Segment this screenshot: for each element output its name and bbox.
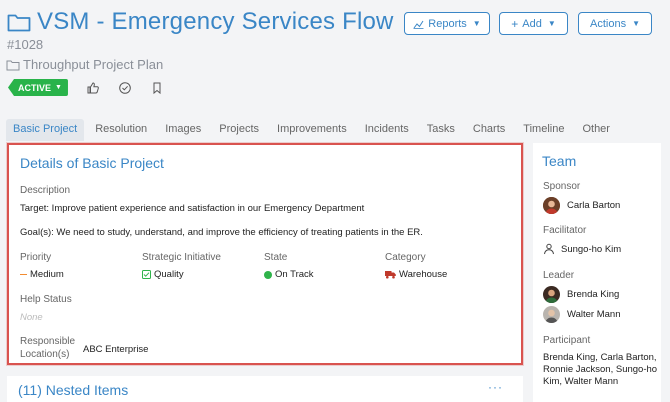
tab-charts[interactable]: Charts [466, 119, 512, 141]
participant-label: Participant [543, 335, 591, 346]
add-label: Add [522, 17, 542, 30]
tab-improvements[interactable]: Improvements [270, 119, 354, 141]
actions-button[interactable]: Actions ▼ [578, 12, 652, 35]
priority-value: Medium [20, 269, 64, 280]
nested-items-panel: (11) Nested Items ··· [7, 376, 523, 402]
description-goal: Goal(s): We need to study, understand, a… [20, 227, 423, 238]
folder-icon [7, 12, 31, 32]
thumbs-up-icon[interactable] [86, 81, 100, 95]
state-text: On Track [275, 269, 314, 280]
details-panel: Details of Basic Project Description Tar… [7, 143, 523, 365]
folder-outline-icon [6, 60, 20, 70]
priority-label: Priority [20, 252, 52, 263]
leader-name: Brenda King [567, 289, 620, 300]
tab-resolution[interactable]: Resolution [88, 119, 154, 141]
plus-icon: + [511, 16, 519, 31]
state-value: On Track [264, 269, 314, 280]
participant-list: Brenda King, Carla Barton, Ronnie Jackso… [543, 352, 658, 387]
tab-projects[interactable]: Projects [212, 119, 266, 141]
leader-person-2[interactable]: Walter Mann [543, 306, 621, 323]
green-dot-icon [264, 270, 272, 279]
location-label-line2: Location(s) [20, 349, 70, 360]
avatar [543, 197, 560, 214]
tab-timeline[interactable]: Timeline [516, 119, 571, 141]
tab-bar: Basic Project Resolution Images Projects… [6, 119, 621, 141]
sponsor-person[interactable]: Carla Barton [543, 197, 620, 214]
caret-down-icon: ▼ [55, 84, 62, 91]
sponsor-label: Sponsor [543, 181, 581, 192]
description-target: Target: Improve patient experience and s… [20, 203, 365, 214]
category-value: Warehouse [385, 269, 447, 280]
user-icon [544, 243, 554, 255]
help-status-label: Help Status [20, 294, 72, 305]
state-label: State [264, 252, 288, 263]
location-value: ABC Enterprise [83, 344, 149, 355]
page-title: VSM - Emergency Services Flow [37, 8, 394, 35]
leader-label: Leader [543, 270, 575, 281]
tab-images[interactable]: Images [158, 119, 208, 141]
avatar [543, 306, 560, 323]
facilitator-name: Sungo-ho Kim [561, 243, 622, 255]
initiative-label: Strategic Initiative [142, 252, 221, 263]
leader-person-1[interactable]: Brenda King [543, 286, 619, 303]
tab-basic-project[interactable]: Basic Project [6, 119, 85, 141]
truck-icon [385, 271, 396, 279]
tab-other[interactable]: Other [575, 119, 617, 141]
record-id: #1028 [7, 37, 44, 52]
caret-down-icon: ▼ [632, 19, 640, 28]
tab-incidents[interactable]: Incidents [358, 119, 416, 141]
facilitator-label: Facilitator [543, 225, 587, 236]
caret-down-icon: ▼ [472, 19, 481, 28]
location-label-line1: Responsible [20, 336, 76, 347]
status-row: ACTIVE ▼ [8, 79, 164, 96]
reports-button[interactable]: Reports ▼ [404, 12, 490, 35]
initiative-value: Quality [142, 269, 184, 280]
priority-text: Medium [30, 269, 64, 280]
team-heading: Team [542, 153, 577, 169]
plan-name: Throughput Project Plan [23, 57, 164, 72]
tab-tasks[interactable]: Tasks [420, 119, 462, 141]
category-label: Category [385, 252, 426, 263]
facilitator-person[interactable]: Sungo-ho Kim [543, 243, 621, 255]
leader-name: Walter Mann [567, 309, 621, 320]
add-button[interactable]: + Add ▼ [499, 12, 568, 35]
nested-items-heading: (11) Nested Items [18, 382, 129, 398]
avatar [543, 286, 560, 303]
plan-link[interactable]: Throughput Project Plan [6, 57, 163, 72]
title-row: VSM - Emergency Services Flow [7, 8, 394, 36]
category-text: Warehouse [399, 269, 448, 280]
team-panel: Team Sponsor Carla Barton Facilitator Su… [533, 143, 661, 402]
description-label: Description [20, 185, 71, 196]
status-label: ACTIVE [18, 82, 52, 93]
status-dropdown[interactable]: ACTIVE ▼ [8, 79, 68, 96]
help-status-value: None [20, 312, 43, 323]
sponsor-name: Carla Barton [567, 200, 621, 211]
priority-medium-icon [20, 273, 27, 276]
chart-icon [413, 20, 424, 29]
details-heading: Details of Basic Project [20, 155, 164, 171]
initiative-text: Quality [154, 269, 184, 280]
bookmark-icon[interactable] [150, 81, 164, 95]
actions-label: Actions [590, 17, 627, 30]
check-square-icon [142, 270, 151, 279]
more-options-icon[interactable]: ··· [488, 380, 503, 394]
reports-label: Reports [428, 17, 467, 30]
check-circle-icon[interactable] [118, 81, 132, 95]
caret-down-icon: ▼ [547, 19, 556, 28]
